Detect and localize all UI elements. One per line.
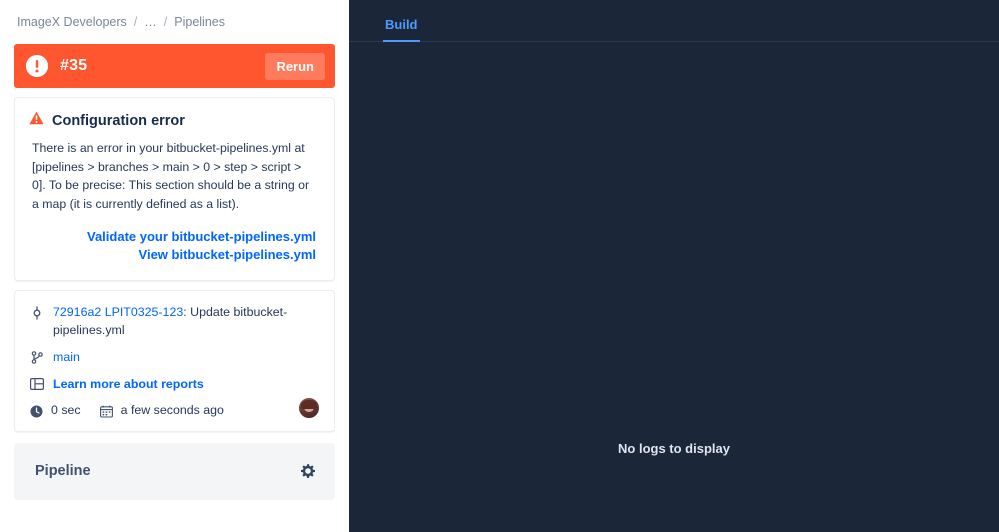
build-status-bar: #35 Rerun	[14, 44, 335, 88]
user-avatar[interactable]	[298, 396, 320, 419]
commit-details-card: 72916a2 LPIT0325-123: Update bitbucket-p…	[14, 289, 335, 432]
duration-value: 0 sec	[51, 403, 81, 418]
view-yml-link[interactable]: View bitbucket-pipelines.yml	[29, 246, 316, 264]
breadcrumb-separator: /	[163, 15, 168, 29]
error-title: Configuration error	[52, 112, 185, 129]
warning-triangle-icon	[29, 111, 44, 130]
log-panel: Build No logs to display	[349, 0, 999, 532]
log-output-area: No logs to display	[349, 42, 999, 532]
pipelines-page: ImageX Developers / … / Pipelines #35 Re…	[0, 0, 999, 532]
breadcrumb-item-workspace[interactable]: ImageX Developers	[17, 15, 127, 29]
calendar-icon	[99, 403, 114, 418]
reports-row: Learn more about reports	[29, 376, 320, 394]
breadcrumb-item-pipelines[interactable]: Pipelines	[174, 15, 225, 29]
breadcrumb-separator: /	[133, 15, 138, 29]
timing-row: 0 sec a few seconds ago	[29, 396, 320, 419]
build-number: #35	[60, 57, 88, 74]
gear-icon[interactable]	[297, 461, 318, 482]
rerun-button[interactable]: Rerun	[265, 52, 325, 80]
branch-icon	[29, 349, 44, 364]
commit-icon	[29, 304, 44, 320]
commit-text: 72916a2 LPIT0325-123: Update bitbucket-p…	[53, 304, 320, 340]
breadcrumb-item-ellipsis[interactable]: …	[144, 15, 157, 29]
error-description: There is an error in your bitbucket-pipe…	[32, 141, 310, 212]
commit-ticket-link[interactable]: LPIT0325-123	[105, 305, 184, 319]
date-value: a few seconds ago	[120, 403, 224, 418]
tab-build[interactable]: Build	[383, 17, 420, 42]
commit-hash-link[interactable]: 72916a2	[53, 305, 101, 319]
breadcrumb: ImageX Developers / … / Pipelines	[14, 0, 335, 44]
configuration-error-card: Configuration error There is an error in…	[14, 97, 335, 281]
error-circle-icon	[26, 55, 48, 77]
validate-yml-link[interactable]: Validate your bitbucket-pipelines.yml	[29, 228, 316, 246]
branch-row: main	[29, 349, 320, 367]
branch-name-link[interactable]: main	[53, 349, 80, 367]
reports-icon	[29, 376, 44, 390]
commit-row: 72916a2 LPIT0325-123: Update bitbucket-p…	[29, 304, 320, 340]
log-tabstrip: Build	[349, 0, 999, 42]
error-header: Configuration error	[29, 111, 318, 130]
duration-chunk: 0 sec	[29, 403, 81, 418]
error-links: Validate your bitbucket-pipelines.yml Vi…	[29, 228, 318, 264]
clock-icon	[29, 403, 44, 418]
pipeline-sidebar: ImageX Developers / … / Pipelines #35 Re…	[0, 0, 349, 532]
date-chunk: a few seconds ago	[99, 403, 224, 418]
pipeline-summary-card: Pipeline	[14, 442, 335, 500]
learn-more-reports-link[interactable]: Learn more about reports	[53, 376, 204, 394]
pipeline-label: Pipeline	[35, 463, 91, 480]
no-logs-message: No logs to display	[618, 440, 730, 456]
